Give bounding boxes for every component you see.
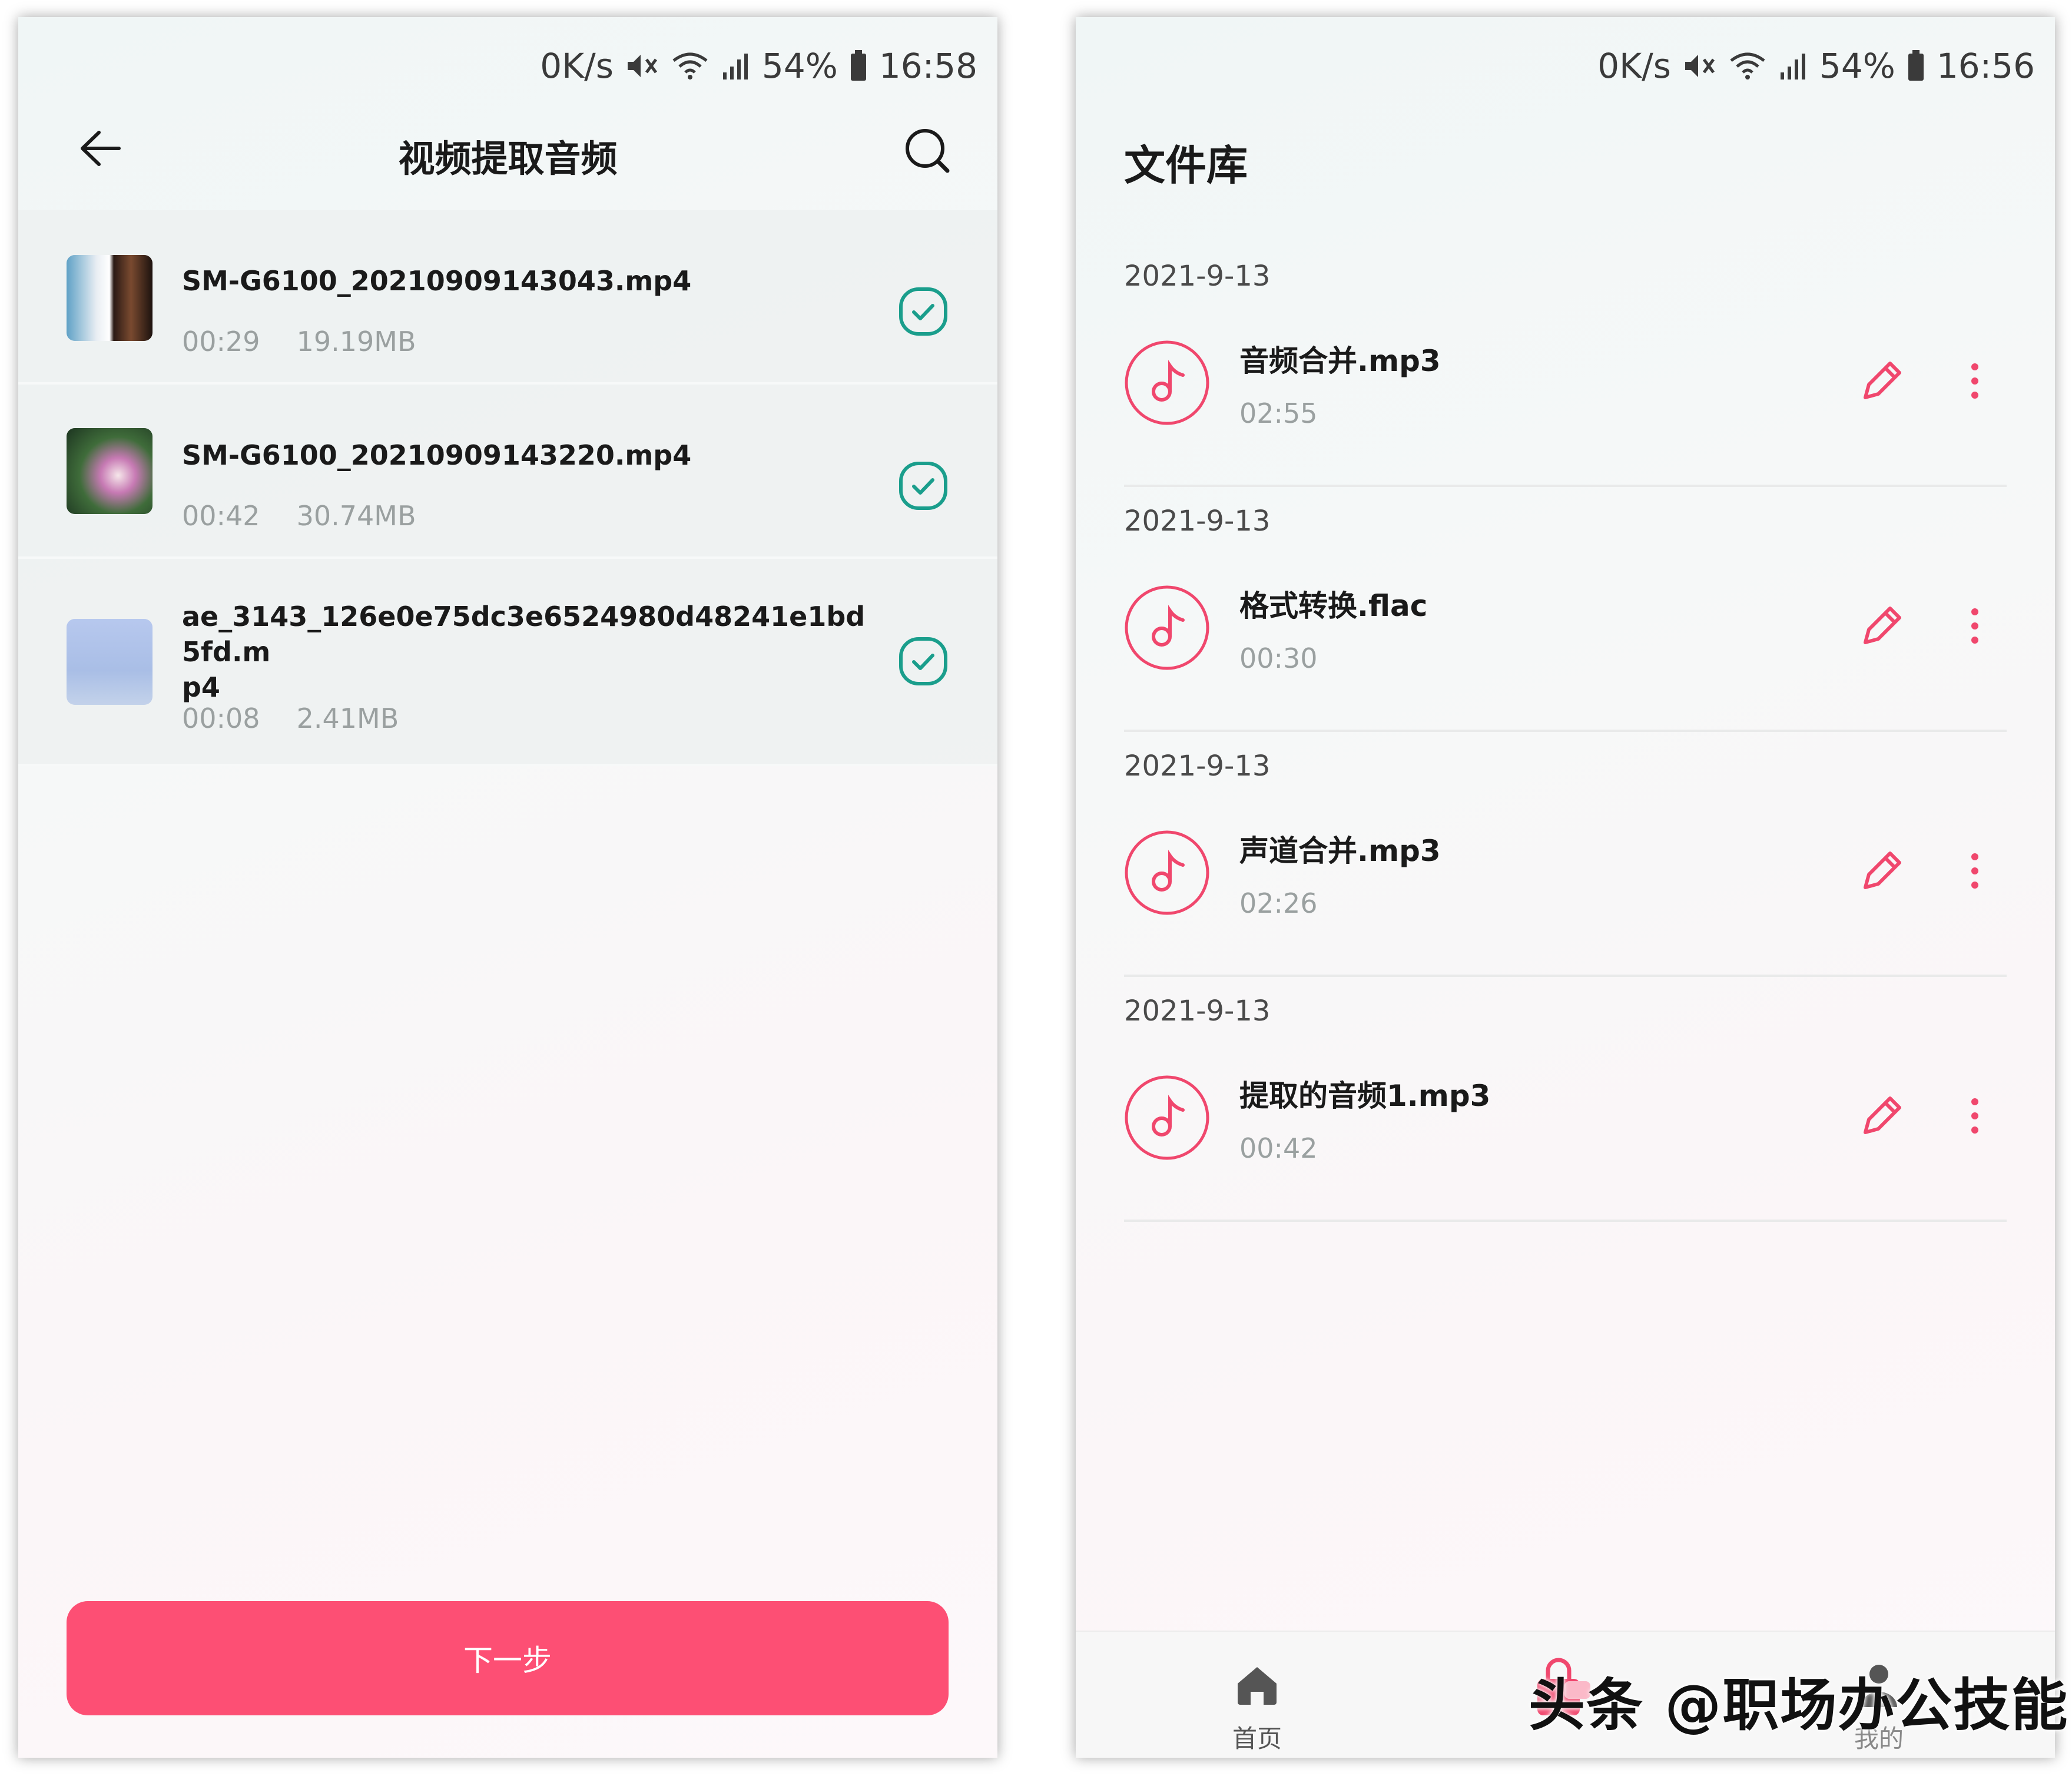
- video-meta: 00:29 19.19MB: [182, 326, 416, 357]
- file-duration: 00:42: [1239, 1132, 1318, 1164]
- status-bar: 0K/s 54% 16:56: [1597, 39, 2035, 92]
- video-name: ae_3143_126e0e75dc3e6524980d48241e1bd5fd…: [182, 601, 866, 703]
- video-size: 19.19MB: [296, 326, 416, 357]
- next-step-label: 下一步: [463, 1644, 552, 1678]
- battery-percent: 54%: [761, 46, 838, 86]
- file-duration: 02:26: [1239, 887, 1318, 919]
- video-extract-screen: 0K/s 54% 16:58 视频提取音频 SM-G6100_202109091…: [18, 17, 997, 1758]
- list-item[interactable]: 2021-9-13 音频合并.mp3 02:55: [1124, 242, 2007, 487]
- mute-icon: [627, 55, 657, 77]
- video-size: 2.41MB: [296, 703, 399, 734]
- video-name: SM-G6100_20210909143043.mp4: [182, 265, 692, 297]
- video-thumbnail: [67, 255, 153, 341]
- more-vertical-icon[interactable]: [1957, 846, 1993, 896]
- file-date: 2021-9-13: [1124, 505, 1271, 538]
- video-size: 30.74MB: [296, 500, 416, 532]
- more-vertical-icon[interactable]: [1957, 356, 1993, 406]
- file-library-screen: 0K/s 54% 16:56 文件库 2021-9-13 音频合并.mp3 02…: [1076, 17, 2055, 1758]
- file-date: 2021-9-13: [1124, 260, 1271, 293]
- video-meta: 00:42 30.74MB: [182, 500, 416, 532]
- nav-home-label: 首页: [1232, 1724, 1282, 1753]
- video-item[interactable]: SM-G6100_20210909143043.mp4 00:29 19.19M…: [18, 210, 997, 385]
- signal-icon: [722, 54, 748, 79]
- file-name: 声道合并.mp3: [1239, 834, 1441, 868]
- file-name: 提取的音频1.mp3: [1239, 1079, 1491, 1113]
- status-bar: 0K/s 54% 16:58: [540, 39, 977, 92]
- more-vertical-icon[interactable]: [1957, 1091, 1993, 1141]
- wifi-icon: [672, 52, 708, 79]
- file-date: 2021-9-13: [1124, 995, 1271, 1028]
- music-note-icon: [1125, 340, 1209, 425]
- video-item[interactable]: ae_3143_126e0e75dc3e6524980d48241e1bd5fd…: [18, 559, 997, 766]
- net-speed: 0K/s: [1597, 46, 1671, 86]
- file-list: 2021-9-13 音频合并.mp3 02:55 2021-9-13 格式转换.…: [1124, 242, 2007, 1222]
- nav-home[interactable]: 首页: [1210, 1662, 1304, 1755]
- list-item[interactable]: 2021-9-13 声道合并.mp3 02:26: [1124, 732, 2007, 977]
- clock: 16:58: [878, 46, 977, 86]
- battery-percent: 54%: [1819, 46, 1895, 86]
- file-name: 格式转换.flac: [1239, 589, 1428, 623]
- page-title: 文件库: [1124, 141, 1248, 190]
- video-item[interactable]: SM-G6100_20210909143220.mp4 00:42 30.74M…: [18, 385, 997, 559]
- battery-icon: [850, 50, 866, 81]
- video-duration: 00:42: [182, 500, 260, 532]
- watermark: 头条 @职场办公技能: [1529, 1672, 2069, 1738]
- clock: 16:56: [1936, 46, 2035, 86]
- file-date: 2021-9-13: [1124, 750, 1271, 783]
- check-icon[interactable]: [899, 461, 948, 511]
- wifi-icon: [1730, 52, 1765, 79]
- edit-pencil-icon[interactable]: [1857, 846, 1907, 896]
- list-item[interactable]: 2021-9-13 格式转换.flac 00:30: [1124, 487, 2007, 732]
- video-duration: 00:08: [182, 703, 260, 734]
- file-duration: 00:30: [1239, 642, 1318, 674]
- video-thumbnail: [67, 619, 153, 705]
- next-step-button[interactable]: 下一步: [67, 1601, 949, 1715]
- edit-pencil-icon[interactable]: [1857, 601, 1907, 651]
- video-list: SM-G6100_20210909143043.mp4 00:29 19.19M…: [18, 210, 997, 766]
- music-note-icon: [1125, 585, 1209, 670]
- check-icon[interactable]: [899, 637, 948, 686]
- battery-icon: [1908, 50, 1924, 81]
- home-icon: [1238, 1667, 1277, 1705]
- list-item[interactable]: 2021-9-13 提取的音频1.mp3 00:42: [1124, 977, 2007, 1222]
- file-name: 音频合并.mp3: [1239, 344, 1441, 378]
- video-duration: 00:29: [182, 326, 260, 357]
- mute-icon: [1685, 55, 1715, 77]
- video-thumbnail: [67, 428, 153, 514]
- file-duration: 02:55: [1239, 397, 1318, 429]
- music-note-icon: [1125, 1075, 1209, 1160]
- more-vertical-icon[interactable]: [1957, 601, 1993, 651]
- music-note-icon: [1125, 830, 1209, 915]
- edit-pencil-icon[interactable]: [1857, 356, 1907, 406]
- net-speed: 0K/s: [540, 46, 614, 86]
- page-title: 视频提取音频: [398, 137, 618, 180]
- video-name: SM-G6100_20210909143220.mp4: [182, 439, 692, 471]
- search-icon: [906, 129, 950, 173]
- signal-icon: [1780, 54, 1805, 79]
- video-meta: 00:08 2.41MB: [182, 703, 399, 734]
- check-icon[interactable]: [899, 287, 948, 336]
- edit-pencil-icon[interactable]: [1857, 1091, 1907, 1141]
- search-button[interactable]: [895, 118, 960, 183]
